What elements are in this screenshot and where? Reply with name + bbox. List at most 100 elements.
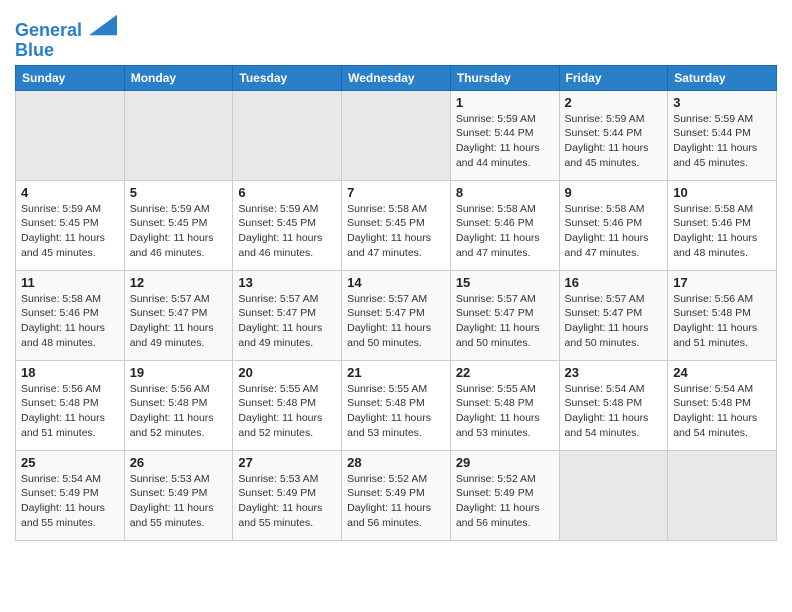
calendar-cell: 6 Sunrise: 5:59 AM Sunset: 5:45 PM Daylig… (233, 180, 342, 270)
header-cell-monday: Monday (124, 65, 233, 90)
calendar-week-4: 18 Sunrise: 5:56 AM Sunset: 5:48 PM Dayli… (16, 360, 777, 450)
day-info: Sunrise: 5:54 AM Sunset: 5:48 PM Dayligh… (673, 382, 771, 441)
calendar-cell: 7 Sunrise: 5:58 AM Sunset: 5:45 PM Daylig… (342, 180, 451, 270)
calendar-cell: 21 Sunrise: 5:55 AM Sunset: 5:48 PM Dayli… (342, 360, 451, 450)
day-number: 17 (673, 275, 771, 290)
calendar-cell: 16 Sunrise: 5:57 AM Sunset: 5:47 PM Dayli… (559, 270, 668, 360)
calendar-week-1: 1 Sunrise: 5:59 AM Sunset: 5:44 PM Daylig… (16, 90, 777, 180)
calendar-cell: 12 Sunrise: 5:57 AM Sunset: 5:47 PM Dayli… (124, 270, 233, 360)
calendar-header-row: SundayMondayTuesdayWednesdayThursdayFrid… (16, 65, 777, 90)
day-number: 7 (347, 185, 445, 200)
day-number: 21 (347, 365, 445, 380)
day-info: Sunrise: 5:58 AM Sunset: 5:46 PM Dayligh… (673, 202, 771, 261)
calendar-cell: 15 Sunrise: 5:57 AM Sunset: 5:47 PM Dayli… (450, 270, 559, 360)
calendar-cell: 17 Sunrise: 5:56 AM Sunset: 5:48 PM Dayli… (668, 270, 777, 360)
day-number: 9 (565, 185, 663, 200)
calendar-cell: 4 Sunrise: 5:59 AM Sunset: 5:45 PM Daylig… (16, 180, 125, 270)
calendar-cell: 20 Sunrise: 5:55 AM Sunset: 5:48 PM Dayli… (233, 360, 342, 450)
calendar-cell: 18Sunrise: 5:56 AM Sunset: 5:48 PM Dayli… (16, 360, 125, 450)
calendar-cell: 24Sunrise: 5:54 AM Sunset: 5:48 PM Dayli… (668, 360, 777, 450)
day-number: 5 (130, 185, 228, 200)
calendar-body: 1 Sunrise: 5:59 AM Sunset: 5:44 PM Daylig… (16, 90, 777, 540)
calendar-cell (124, 90, 233, 180)
day-number: 15 (456, 275, 554, 290)
day-info: Sunrise: 5:58 AM Sunset: 5:45 PM Dayligh… (347, 202, 445, 261)
day-info: Sunrise: 5:59 AM Sunset: 5:45 PM Dayligh… (238, 202, 336, 261)
header-cell-saturday: Saturday (668, 65, 777, 90)
calendar-cell: 13 Sunrise: 5:57 AM Sunset: 5:47 PM Dayli… (233, 270, 342, 360)
calendar-cell: 1 Sunrise: 5:59 AM Sunset: 5:44 PM Daylig… (450, 90, 559, 180)
day-info: Sunrise: 5:54 AM Sunset: 5:49 PM Dayligh… (21, 472, 119, 531)
calendar-cell: 2 Sunrise: 5:59 AM Sunset: 5:44 PM Daylig… (559, 90, 668, 180)
calendar-week-2: 4 Sunrise: 5:59 AM Sunset: 5:45 PM Daylig… (16, 180, 777, 270)
day-number: 13 (238, 275, 336, 290)
page-header: General Blue (15, 10, 777, 61)
calendar-cell: 5 Sunrise: 5:59 AM Sunset: 5:45 PM Daylig… (124, 180, 233, 270)
day-number: 23 (565, 365, 663, 380)
day-number: 27 (238, 455, 336, 470)
day-number: 11 (21, 275, 119, 290)
header-cell-tuesday: Tuesday (233, 65, 342, 90)
day-info: Sunrise: 5:57 AM Sunset: 5:47 PM Dayligh… (347, 292, 445, 351)
day-info: Sunrise: 5:55 AM Sunset: 5:48 PM Dayligh… (347, 382, 445, 441)
day-number: 10 (673, 185, 771, 200)
day-number: 28 (347, 455, 445, 470)
logo-text: General (15, 16, 117, 41)
header-cell-wednesday: Wednesday (342, 65, 451, 90)
calendar-cell: 14 Sunrise: 5:57 AM Sunset: 5:47 PM Dayli… (342, 270, 451, 360)
day-info: Sunrise: 5:56 AM Sunset: 5:48 PM Dayligh… (130, 382, 228, 441)
day-info: Sunrise: 5:56 AM Sunset: 5:48 PM Dayligh… (673, 292, 771, 351)
calendar-cell (233, 90, 342, 180)
day-info: Sunrise: 5:58 AM Sunset: 5:46 PM Dayligh… (565, 202, 663, 261)
logo-blue: Blue (15, 41, 117, 61)
day-number: 6 (238, 185, 336, 200)
day-info: Sunrise: 5:58 AM Sunset: 5:46 PM Dayligh… (456, 202, 554, 261)
day-number: 22 (456, 365, 554, 380)
day-info: Sunrise: 5:52 AM Sunset: 5:49 PM Dayligh… (347, 472, 445, 531)
day-number: 14 (347, 275, 445, 290)
header-cell-sunday: Sunday (16, 65, 125, 90)
day-number: 19 (130, 365, 228, 380)
day-info: Sunrise: 5:57 AM Sunset: 5:47 PM Dayligh… (456, 292, 554, 351)
logo-icon (89, 14, 117, 36)
day-number: 12 (130, 275, 228, 290)
day-info: Sunrise: 5:52 AM Sunset: 5:49 PM Dayligh… (456, 472, 554, 531)
day-number: 29 (456, 455, 554, 470)
day-number: 3 (673, 95, 771, 110)
day-info: Sunrise: 5:57 AM Sunset: 5:47 PM Dayligh… (565, 292, 663, 351)
day-info: Sunrise: 5:59 AM Sunset: 5:45 PM Dayligh… (21, 202, 119, 261)
day-number: 4 (21, 185, 119, 200)
calendar-cell (342, 90, 451, 180)
calendar-cell: 27 Sunrise: 5:53 AM Sunset: 5:49 PM Dayli… (233, 450, 342, 540)
calendar-cell: 23Sunrise: 5:54 AM Sunset: 5:48 PM Dayli… (559, 360, 668, 450)
header-cell-thursday: Thursday (450, 65, 559, 90)
day-info: Sunrise: 5:57 AM Sunset: 5:47 PM Dayligh… (238, 292, 336, 351)
day-info: Sunrise: 5:57 AM Sunset: 5:47 PM Dayligh… (130, 292, 228, 351)
day-info: Sunrise: 5:55 AM Sunset: 5:48 PM Dayligh… (456, 382, 554, 441)
calendar-cell: 29 Sunrise: 5:52 AM Sunset: 5:49 PM Dayli… (450, 450, 559, 540)
calendar-cell: 11Sunrise: 5:58 AM Sunset: 5:46 PM Dayli… (16, 270, 125, 360)
calendar-cell (559, 450, 668, 540)
day-number: 2 (565, 95, 663, 110)
calendar-cell (668, 450, 777, 540)
calendar-cell (16, 90, 125, 180)
calendar-cell: 8Sunrise: 5:58 AM Sunset: 5:46 PM Daylig… (450, 180, 559, 270)
day-info: Sunrise: 5:53 AM Sunset: 5:49 PM Dayligh… (238, 472, 336, 531)
day-number: 18 (21, 365, 119, 380)
day-info: Sunrise: 5:59 AM Sunset: 5:44 PM Dayligh… (565, 112, 663, 171)
day-number: 26 (130, 455, 228, 470)
calendar-cell: 9 Sunrise: 5:58 AM Sunset: 5:46 PM Daylig… (559, 180, 668, 270)
day-number: 16 (565, 275, 663, 290)
calendar-cell: 22 Sunrise: 5:55 AM Sunset: 5:48 PM Dayli… (450, 360, 559, 450)
calendar-cell: 10 Sunrise: 5:58 AM Sunset: 5:46 PM Dayli… (668, 180, 777, 270)
day-info: Sunrise: 5:59 AM Sunset: 5:44 PM Dayligh… (456, 112, 554, 171)
day-info: Sunrise: 5:59 AM Sunset: 5:45 PM Dayligh… (130, 202, 228, 261)
calendar-week-5: 25Sunrise: 5:54 AM Sunset: 5:49 PM Dayli… (16, 450, 777, 540)
calendar-cell: 26Sunrise: 5:53 AM Sunset: 5:49 PM Dayli… (124, 450, 233, 540)
day-info: Sunrise: 5:55 AM Sunset: 5:48 PM Dayligh… (238, 382, 336, 441)
day-number: 20 (238, 365, 336, 380)
day-info: Sunrise: 5:59 AM Sunset: 5:44 PM Dayligh… (673, 112, 771, 171)
calendar-week-3: 11Sunrise: 5:58 AM Sunset: 5:46 PM Dayli… (16, 270, 777, 360)
day-number: 1 (456, 95, 554, 110)
header-cell-friday: Friday (559, 65, 668, 90)
